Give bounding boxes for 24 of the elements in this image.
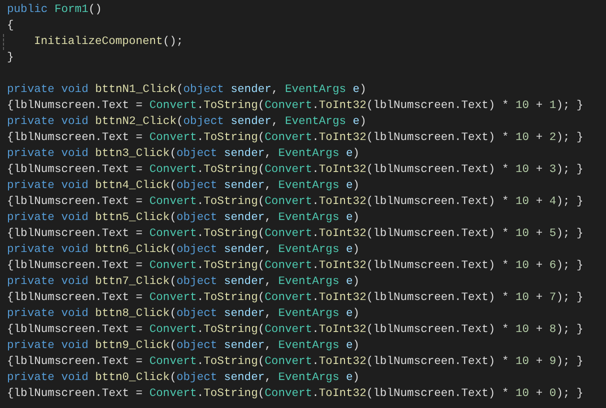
code-line: {lblNumscreen.Text = Convert.ToString(Convert.ToInt32(lblNumscreen.Text) * 10 + 2); } [7, 130, 584, 146]
code-line: {lblNumscreen.Text = Convert.ToString(Convert.ToInt32(lblNumscreen.Text) * 10 + 9); } [7, 354, 584, 370]
code-line: {lblNumscreen.Text = Convert.ToString(Convert.ToInt32(lblNumscreen.Text) * 10 + 8); } [7, 322, 584, 338]
code-line: private void bttn6_Click(object sender, EventArgs e) [7, 242, 360, 258]
code-line: private void bttn9_Click(object sender, EventArgs e) [7, 338, 360, 354]
code-line: private void bttn8_Click(object sender, EventArgs e) [7, 306, 360, 322]
code-line: } [7, 50, 14, 66]
code-line: InitializeComponent(); [7, 34, 184, 50]
code-line: {lblNumscreen.Text = Convert.ToString(Convert.ToInt32(lblNumscreen.Text) * 10 + 5); } [7, 226, 584, 242]
code-line: private void bttn0_Click(object sender, EventArgs e) [7, 370, 360, 386]
code-line: {lblNumscreen.Text = Convert.ToString(Convert.ToInt32(lblNumscreen.Text) * 10 + 3); } [7, 162, 584, 178]
code-line: private void bttn4_Click(object sender, EventArgs e) [7, 178, 360, 194]
code-line: {lblNumscreen.Text = Convert.ToString(Convert.ToInt32(lblNumscreen.Text) * 10 + 4); } [7, 194, 584, 210]
code-line: private void bttn7_Click(object sender, EventArgs e) [7, 274, 360, 290]
code-line: private void bttn5_Click(object sender, EventArgs e) [7, 210, 360, 226]
code-line: private void bttnN2_Click(object sender, EventArgs e) [7, 114, 366, 130]
code-line: { [7, 18, 14, 34]
code-line: public Form1() [7, 2, 102, 18]
code-line: {lblNumscreen.Text = Convert.ToString(Convert.ToInt32(lblNumscreen.Text) * 10 + 0); } [7, 386, 584, 402]
code-line: {lblNumscreen.Text = Convert.ToString(Convert.ToInt32(lblNumscreen.Text) * 10 + 7); } [7, 290, 584, 306]
code-line: private void bttnN1_Click(object sender, EventArgs e) [7, 82, 366, 98]
code-line: {lblNumscreen.Text = Convert.ToString(Convert.ToInt32(lblNumscreen.Text) * 10 + 6); } [7, 258, 584, 274]
code-line: private void bttn3_Click(object sender, EventArgs e) [7, 146, 360, 162]
code-line: {lblNumscreen.Text = Convert.ToString(Convert.ToInt32(lblNumscreen.Text) * 10 + 1); } [7, 98, 584, 114]
